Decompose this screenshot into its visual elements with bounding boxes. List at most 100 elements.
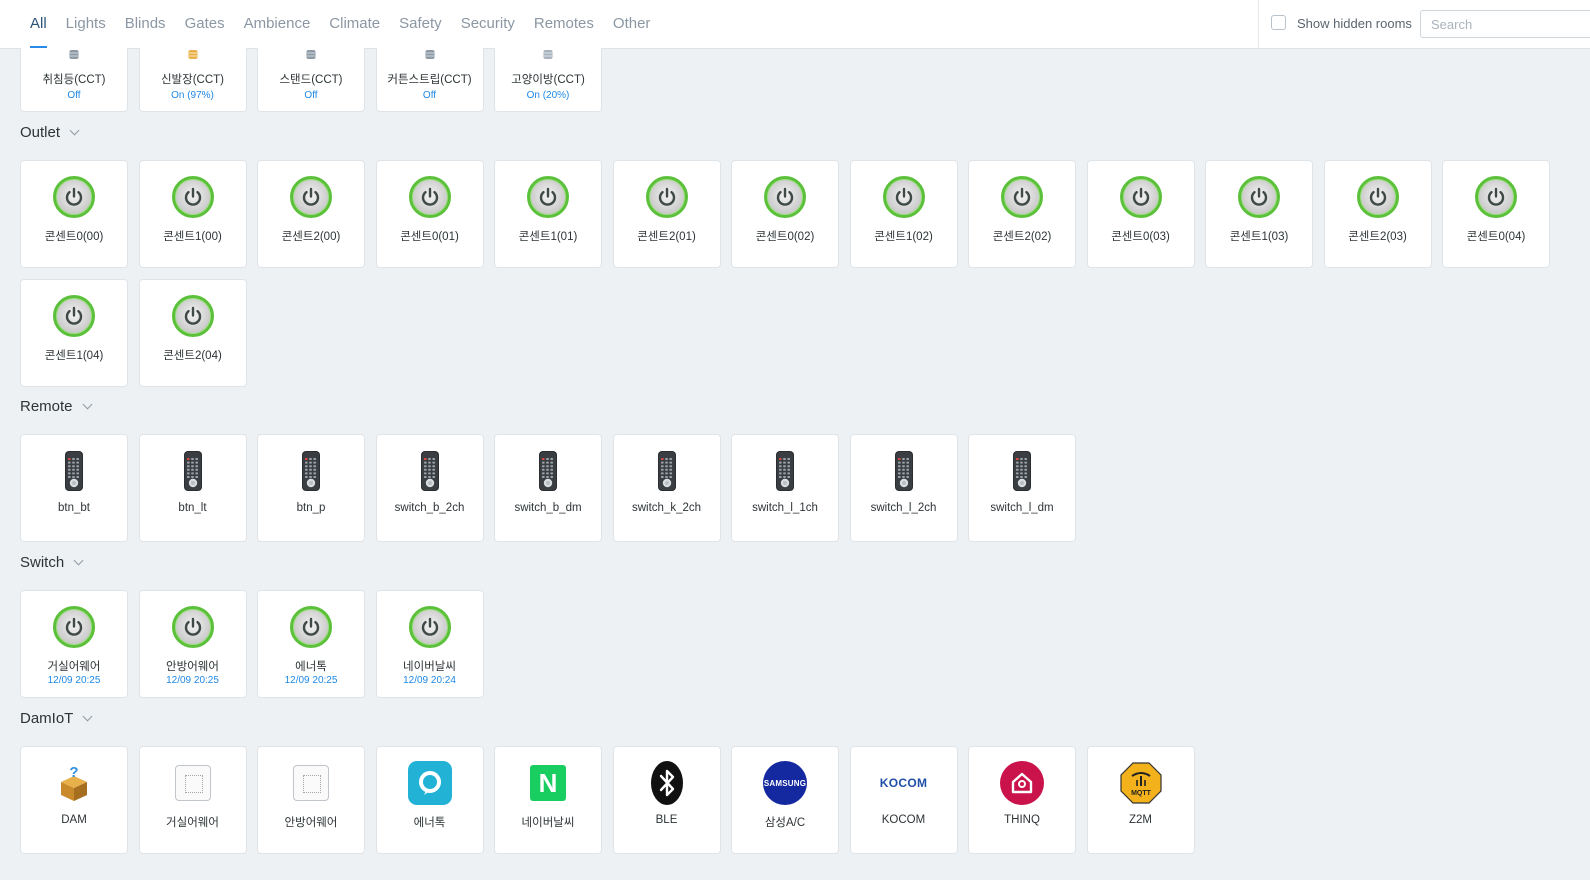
kocom-icon: KOCOM [879,776,928,790]
tab-security[interactable]: Security [461,0,515,48]
section-header-switch[interactable]: Switch [20,554,84,571]
device-label: switch_l_1ch [752,502,818,514]
device-card[interactable]: 콘센트1(00) [138,160,247,268]
tab-ambience[interactable]: Ambience [244,0,311,48]
light-card[interactable]: 스탠드(CCT) Off [257,48,365,112]
tab-gates[interactable]: Gates [185,0,225,48]
section-title: DamIoT [20,710,74,727]
device-card[interactable]: KOCOM KOCOM [849,746,958,854]
device-label: 콘센트2(04) [163,350,222,362]
device-card[interactable]: 네이버날씨 12/09 20:24 [375,590,484,698]
device-card[interactable]: 콘센트1(01) [494,160,602,268]
tab-blinds[interactable]: Blinds [125,0,166,48]
device-card[interactable]: switch_k_2ch [612,434,721,542]
device-card[interactable]: btn_p [257,434,365,542]
device-card[interactable]: btn_lt [138,434,247,542]
device-label: 콘센트2(01) [637,231,696,243]
section-header-remote[interactable]: Remote [20,398,92,415]
device-card[interactable]: 안방어웨어 12/09 20:25 [138,590,247,698]
device-label: Z2M [1129,814,1152,826]
device-card[interactable]: 콘센트2(03) [1323,160,1432,268]
device-card[interactable]: MQTT Z2M [1086,746,1195,854]
device-card[interactable]: 거실어웨어 [138,746,247,854]
device-card[interactable]: switch_b_2ch [375,434,484,542]
device-card[interactable]: 콘센트1(03) [1205,160,1313,268]
device-status: Off [67,90,81,101]
placeholder-icon [171,761,215,805]
tab-other[interactable]: Other [613,0,651,48]
light-card[interactable]: 취침등(CCT) Off [20,48,128,112]
device-label: BLE [655,814,678,826]
device-card[interactable]: BLE [612,746,721,854]
device-card[interactable]: switch_l_1ch [731,434,839,542]
power-icon [52,294,96,338]
device-card[interactable]: 콘센트0(00) [20,160,128,268]
device-card[interactable]: switch_b_dm [494,434,602,542]
tab-safety[interactable]: Safety [399,0,442,48]
device-label: switch_l_dm [990,502,1054,514]
tab-all[interactable]: All [30,0,47,48]
power-icon [645,175,689,219]
device-label: btn_lt [178,502,207,514]
device-label: 콘센트1(02) [874,231,933,243]
power-icon [526,175,570,219]
section-title: Switch [20,554,65,571]
device-card[interactable]: 안방어웨어 [257,746,365,854]
section-header-outlet[interactable]: Outlet [20,124,80,141]
device-status: 12/09 20:25 [166,675,219,686]
power-icon [289,605,333,649]
device-card[interactable]: 콘센트1(02) [849,160,958,268]
device-card[interactable]: 에너톡 12/09 20:25 [257,590,365,698]
power-icon [408,175,452,219]
device-label: 콘센트1(01) [518,231,578,243]
device-card[interactable]: 거실어웨어 12/09 20:25 [20,590,128,698]
device-card[interactable]: 콘센트0(04) [1442,160,1550,268]
device-card[interactable]: switch_l_dm [968,434,1076,542]
device-label: 고양이방(CCT) [511,74,585,86]
device-card[interactable]: ? DAM [20,746,128,854]
light-card[interactable]: 커튼스트립(CCT) Off [375,48,484,112]
search-input[interactable] [1420,10,1590,38]
device-card[interactable]: 콘센트2(04) [138,279,247,387]
device-label: 네이버날씨 [403,661,456,673]
power-icon [52,605,96,649]
device-card[interactable]: 에너톡 [375,746,484,854]
device-label: 거실어웨어 [47,661,101,673]
light-card[interactable]: 고양이방(CCT) On (20%) [494,48,602,112]
device-label: 거실어웨어 [166,817,219,829]
section-header-damiot[interactable]: DamIoT [20,710,93,727]
device-label: 콘센트2(03) [1348,231,1407,243]
tab-climate[interactable]: Climate [329,0,380,48]
device-card[interactable]: 콘센트2(01) [612,160,721,268]
chevron-down-icon [73,555,84,566]
device-card[interactable]: 콘센트0(03) [1086,160,1195,268]
device-card[interactable]: 콘센트0(01) [375,160,484,268]
remote-icon [1000,449,1044,493]
tab-lights[interactable]: Lights [66,0,106,48]
device-label: btn_p [296,502,326,514]
device-label: 콘센트1(04) [44,350,104,362]
show-hidden-rooms-checkbox[interactable] [1271,15,1286,30]
device-card[interactable]: N 네이버날씨 [494,746,602,854]
device-card[interactable]: THINQ [968,746,1076,854]
device-label: 신발장(CCT) [160,74,225,86]
power-icon [171,294,215,338]
device-label: switch_b_dm [514,502,582,514]
damiot-grid: ? DAM 거실어웨어 안방어웨어 에너톡 N 네이버날씨 BLE SAMSUNG 삼성A/C KO… [20,746,1550,854]
light-card[interactable]: 신발장(CCT) On (97%) [138,48,247,112]
device-card[interactable]: 콘센트2(02) [968,160,1076,268]
device-card[interactable]: 콘센트0(02) [731,160,839,268]
device-card[interactable]: 콘센트1(04) [20,279,128,387]
device-card[interactable]: SAMSUNG 삼성A/C [731,746,839,854]
remote-icon [882,449,926,493]
outlet-grid: 콘센트0(00) 콘센트1(00) 콘센트2(00) 콘센트0(01) 콘센트1(01)… [20,160,1550,387]
show-hidden-rooms-label[interactable]: Show hidden rooms [1297,16,1412,31]
device-card[interactable]: btn_bt [20,434,128,542]
device-label: 스탠드(CCT) [279,74,343,86]
device-label: switch_k_2ch [631,502,702,514]
power-icon [171,175,215,219]
device-card[interactable]: switch_l_2ch [849,434,958,542]
placeholder-icon [289,761,333,805]
device-card[interactable]: 콘센트2(00) [257,160,365,268]
tab-remotes[interactable]: Remotes [534,0,594,48]
